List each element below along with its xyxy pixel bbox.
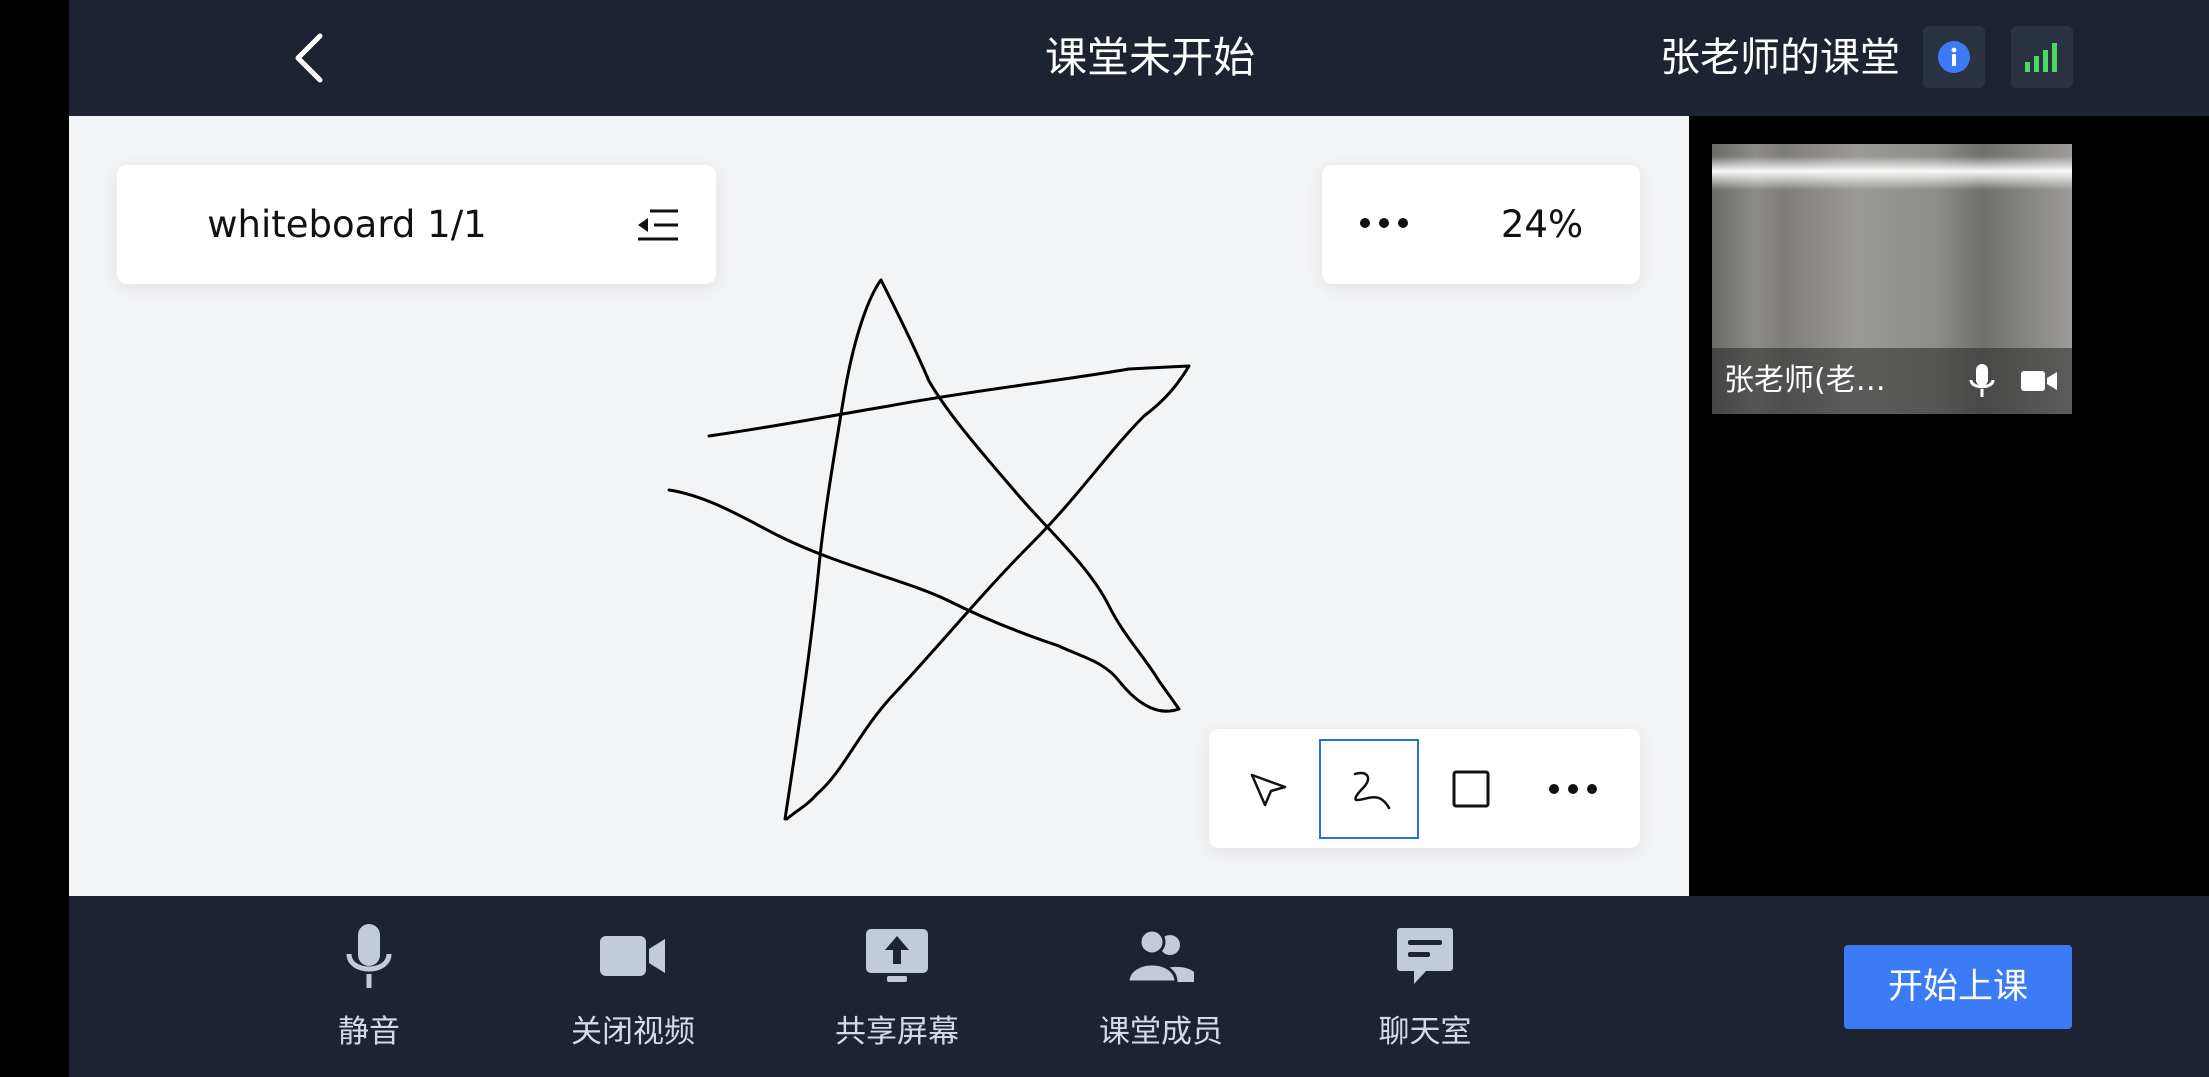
page-title: 课堂未开始 — [1044, 33, 1255, 82]
camera-icon — [2021, 371, 2057, 391]
page-label: whiteboard 1/1 — [207, 203, 487, 246]
mute-button[interactable]: 静音 — [284, 916, 454, 1066]
info-button[interactable] — [1923, 26, 1985, 88]
microphone-icon — [346, 924, 392, 988]
top-bar: 课堂未开始 张老师的课堂 — [69, 0, 2209, 116]
whiteboard-canvas[interactable]: whiteboard 1/1 24% — [69, 116, 1689, 896]
teacher-video-tile[interactable]: 张老师(老… — [1712, 144, 2072, 414]
more-icon — [1549, 784, 1597, 794]
chevron-left-icon — [295, 33, 323, 83]
toggle-video-button[interactable]: 关闭视频 — [548, 916, 718, 1066]
zoom-more-button[interactable] — [1356, 203, 1412, 243]
bottom-control-bar: 静音 关闭视频 共享屏幕 课堂成员 聊天室 开始上课 — [69, 896, 2209, 1077]
square-icon — [1452, 770, 1490, 808]
more-icon — [1360, 218, 1408, 228]
zoom-level[interactable]: 24% — [1472, 165, 1612, 284]
share-screen-button[interactable]: 共享屏幕 — [812, 916, 982, 1066]
members-icon — [1126, 928, 1194, 984]
select-tool[interactable] — [1219, 739, 1319, 839]
chat-label: 聊天室 — [1378, 1014, 1472, 1050]
left-edge — [0, 0, 69, 1077]
chat-room-button[interactable]: 聊天室 — [1340, 916, 1510, 1066]
zoom-card: 24% — [1322, 165, 1640, 284]
pen-tool[interactable] — [1319, 739, 1419, 839]
video-panel: 张老师(老… — [1689, 116, 2209, 896]
network-signal-button[interactable] — [2011, 26, 2073, 88]
signal-icon — [2025, 43, 2057, 72]
participant-name: 张老师(老… — [1724, 363, 1886, 398]
info-icon — [1938, 41, 1970, 73]
video-label: 关闭视频 — [571, 1014, 695, 1050]
more-tools-button[interactable] — [1523, 739, 1623, 839]
share-screen-icon — [866, 929, 928, 982]
shape-tool[interactable] — [1421, 739, 1521, 839]
mute-label: 静音 — [338, 1014, 400, 1050]
page-indicator-card: whiteboard 1/1 — [117, 165, 716, 284]
pen-stroke-icon — [1353, 771, 1391, 810]
video-info-bar: 张老师(老… — [1712, 348, 2072, 414]
members-label: 课堂成员 — [1099, 1014, 1223, 1050]
class-members-button[interactable]: 课堂成员 — [1076, 916, 1246, 1066]
video-feed — [1712, 156, 2072, 190]
start-class-button[interactable]: 开始上课 — [1844, 945, 2072, 1029]
page-list-icon[interactable] — [636, 207, 680, 243]
back-button[interactable] — [284, 28, 334, 88]
microphone-icon — [1969, 364, 1995, 397]
class-name: 张老师的课堂 — [1660, 35, 1900, 81]
share-label: 共享屏幕 — [835, 1014, 959, 1050]
video-camera-icon — [600, 936, 665, 976]
drawing-toolbar — [1209, 729, 1640, 848]
cursor-arrow-icon — [1250, 773, 1287, 807]
chat-icon — [1397, 928, 1453, 984]
